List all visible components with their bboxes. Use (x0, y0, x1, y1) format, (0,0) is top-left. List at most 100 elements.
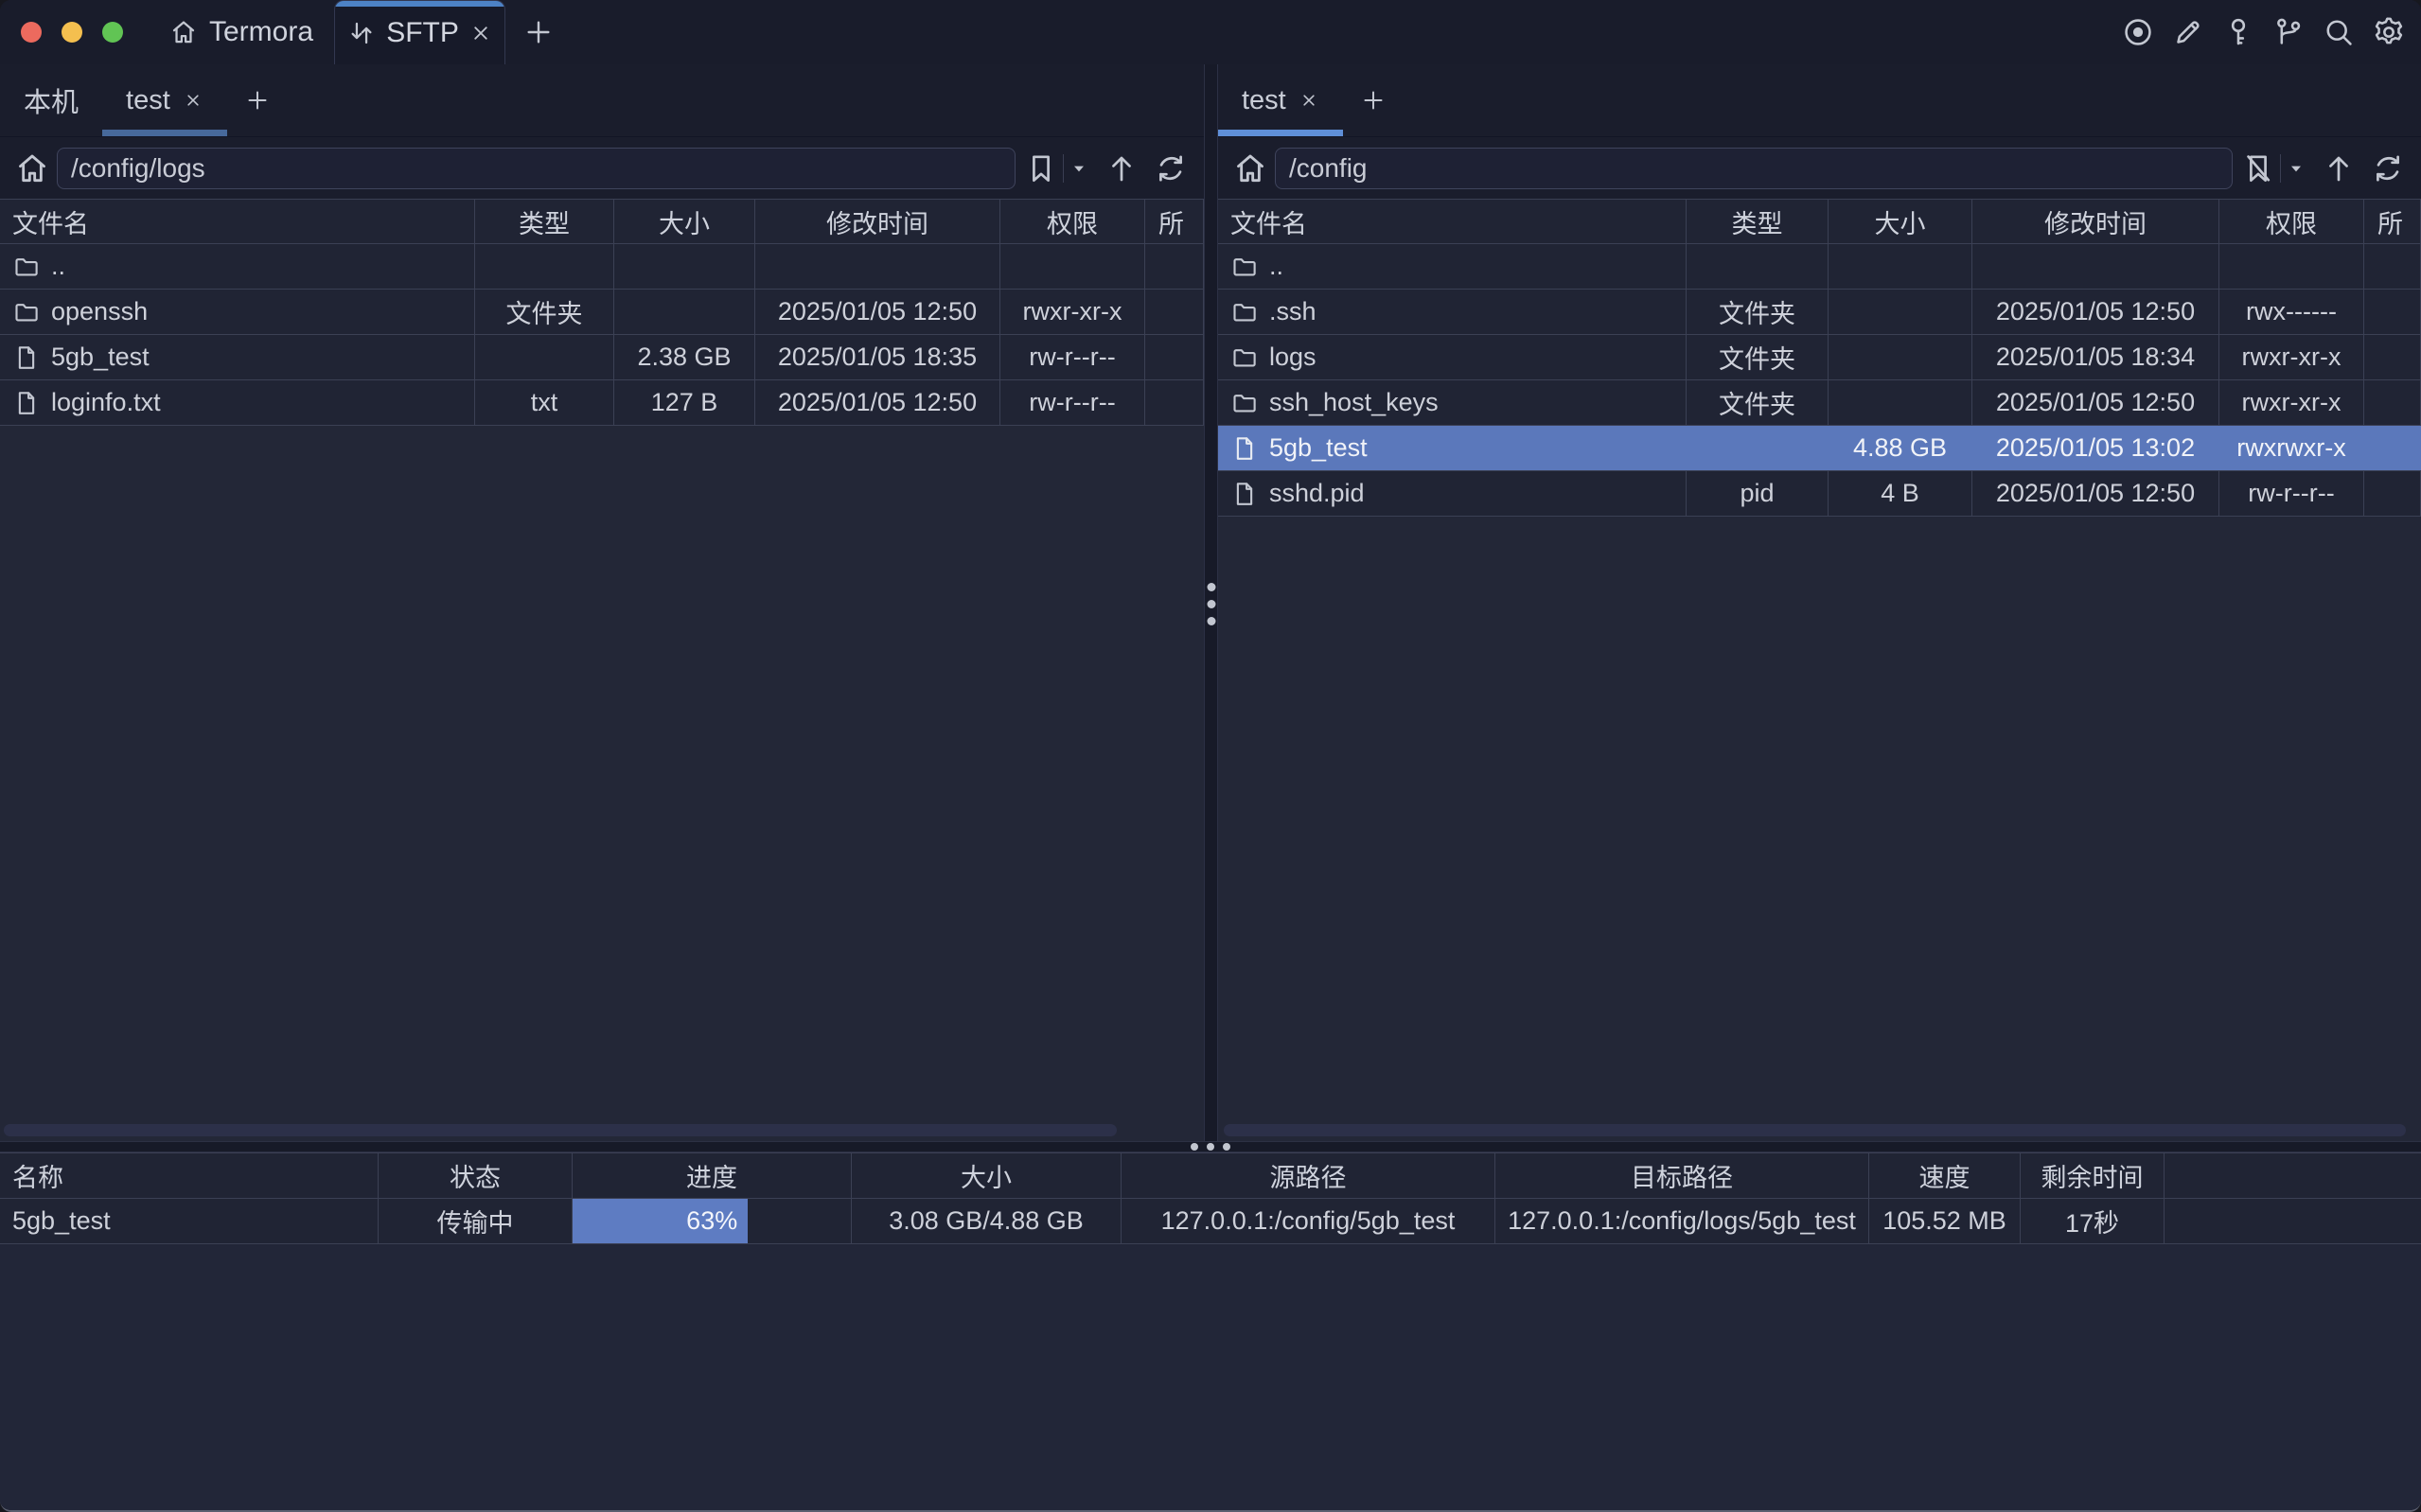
transfer-column-header-大小[interactable]: 大小 (852, 1153, 1122, 1198)
transfer-column-header-速度[interactable]: 速度 (1869, 1153, 2021, 1198)
new-session-tab-button[interactable] (227, 64, 288, 136)
file-cell (614, 244, 755, 289)
branch-icon[interactable] (2271, 15, 2306, 49)
file-name-cell: .ssh (1218, 290, 1687, 334)
column-header-文件名[interactable]: 文件名 (1218, 200, 1687, 243)
file-cell: rw-r--r-- (1000, 335, 1145, 379)
new-session-tab-button[interactable] (1343, 64, 1404, 136)
record-icon[interactable] (2121, 15, 2155, 49)
zoom-window-button[interactable] (102, 22, 123, 43)
bookmark-icon[interactable] (1023, 150, 1059, 186)
parent-directory-button[interactable] (2321, 150, 2357, 186)
parent-directory-button[interactable] (1104, 150, 1140, 186)
settings-icon[interactable] (2372, 15, 2406, 49)
file-icon (12, 389, 41, 417)
file-icon (1230, 480, 1259, 508)
key-icon[interactable] (2221, 15, 2255, 49)
file-name-cell: .. (1218, 244, 1687, 289)
folder-icon (12, 298, 41, 326)
close-window-button[interactable] (21, 22, 42, 43)
file-cell: 2025/01/05 13:02 (1972, 426, 2219, 470)
file-cell: rwxr-xr-x (1000, 290, 1145, 334)
panel-tab-test[interactable]: test (102, 64, 227, 136)
panel-tab-test[interactable]: test (1218, 64, 1343, 136)
divider (2280, 154, 2281, 183)
file-cell (1829, 335, 1972, 379)
refresh-icon[interactable] (2370, 150, 2406, 186)
splitter-grip-icon (1191, 1143, 1230, 1151)
new-tab-button[interactable] (522, 16, 555, 48)
transfer-column-header-剩余时间[interactable]: 剩余时间 (2021, 1153, 2165, 1198)
tab-termora-home[interactable]: Termora (168, 0, 313, 64)
column-header-权限[interactable]: 权限 (1000, 200, 1145, 243)
file-cell: rwx------ (2219, 290, 2364, 334)
panel-tab-本机[interactable]: 本机 (0, 64, 102, 136)
refresh-icon[interactable] (1153, 150, 1189, 186)
sftp-split-view: 本机test 文件名类型大小修改时间权限所 ..openssh文件夹2025/0… (0, 64, 2421, 1141)
divider (1063, 154, 1064, 183)
close-tab-icon[interactable] (183, 90, 203, 111)
transfer-column-header-目标路径[interactable]: 目标路径 (1495, 1153, 1869, 1198)
horizontal-splitter[interactable] (0, 1141, 2421, 1152)
column-header-修改时间[interactable]: 修改时间 (755, 200, 1000, 243)
close-tab-icon[interactable] (1299, 90, 1319, 111)
column-header-所[interactable]: 所 (1145, 200, 1204, 243)
transfer-row-5gb_test[interactable]: 5gb_test传输中63%3.08 GB/4.88 GB127.0.0.1:/… (0, 1199, 2421, 1244)
tab-sftp[interactable]: SFTP (334, 0, 505, 64)
chevron-down-icon[interactable] (2285, 157, 2307, 180)
file-row-..[interactable]: .. (0, 244, 1204, 290)
horizontal-scrollbar[interactable] (1224, 1124, 2406, 1136)
search-icon[interactable] (2322, 15, 2356, 49)
column-header-修改时间[interactable]: 修改时间 (1972, 200, 2219, 243)
path-input[interactable] (1275, 148, 2233, 189)
transfer-column-header-进度[interactable]: 进度 (573, 1153, 852, 1198)
column-header-类型[interactable]: 类型 (1687, 200, 1829, 243)
file-row-..[interactable]: .. (1218, 244, 2421, 290)
transfer-cell: 17秒 (2021, 1199, 2165, 1243)
column-header-文件名[interactable]: 文件名 (0, 200, 475, 243)
column-header-权限[interactable]: 权限 (2219, 200, 2364, 243)
column-header-大小[interactable]: 大小 (1829, 200, 1972, 243)
file-row-loginfo.txt[interactable]: loginfo.txttxt127 B2025/01/05 12:50rw-r-… (0, 380, 1204, 426)
horizontal-scrollbar[interactable] (4, 1124, 1117, 1136)
titlebar: Termora SFTP (0, 0, 2421, 64)
file-cell: 2025/01/05 12:50 (755, 290, 1000, 334)
file-row-logs[interactable]: logs文件夹2025/01/05 18:34rwxr-xr-x (1218, 335, 2421, 380)
file-row-.ssh[interactable]: .ssh文件夹2025/01/05 12:50rwx------ (1218, 290, 2421, 335)
transfer-column-header-状态[interactable]: 状态 (379, 1153, 573, 1198)
active-tab-underline (102, 130, 227, 136)
column-header-所[interactable]: 所 (2364, 200, 2421, 243)
path-input[interactable] (57, 148, 1016, 189)
file-cell: 2025/01/05 18:34 (1972, 335, 2219, 379)
file-table-header: 文件名类型大小修改时间权限所 (0, 199, 1204, 244)
close-tab-icon[interactable] (468, 21, 493, 45)
column-header-类型[interactable]: 类型 (475, 200, 614, 243)
file-row-sshd.pid[interactable]: sshd.pidpid4 B2025/01/05 12:50rw-r--r-- (1218, 471, 2421, 517)
file-icon (12, 343, 41, 372)
plus-icon (1360, 87, 1387, 114)
transfer-cell: 127.0.0.1:/config/logs/5gb_test (1495, 1199, 1869, 1243)
file-row-ssh_host_keys[interactable]: ssh_host_keys文件夹2025/01/05 12:50rwxr-xr-… (1218, 380, 2421, 426)
bookmark-slash-icon[interactable] (2240, 150, 2276, 186)
home-button[interactable] (13, 149, 51, 187)
file-row-5gb_test[interactable]: 5gb_test2.38 GB2025/01/05 18:35rw-r--r-- (0, 335, 1204, 380)
file-name-label: ssh_host_keys (1269, 388, 1439, 417)
file-name-cell: 5gb_test (0, 335, 475, 379)
transfer-column-header-名称[interactable]: 名称 (0, 1153, 379, 1198)
chevron-down-icon[interactable] (1068, 157, 1090, 180)
file-row-openssh[interactable]: openssh文件夹2025/01/05 12:50rwxr-xr-x (0, 290, 1204, 335)
splitter-grip-icon (1207, 583, 1215, 625)
vertical-splitter[interactable] (1204, 64, 1218, 1141)
file-cell (755, 244, 1000, 289)
edit-icon[interactable] (2171, 15, 2205, 49)
home-button[interactable] (1231, 149, 1269, 187)
file-row-5gb_test[interactable]: 5gb_test4.88 GB2025/01/05 13:02rwxrwxr-x (1218, 426, 2421, 471)
home-icon (168, 17, 199, 47)
transfer-column-header-源路径[interactable]: 源路径 (1122, 1153, 1495, 1198)
panel-tab-label: test (126, 85, 170, 116)
file-name-label: 5gb_test (51, 343, 150, 372)
file-cell: rwxrwxr-x (2219, 426, 2364, 470)
file-cell (2364, 290, 2421, 334)
minimize-window-button[interactable] (62, 22, 82, 43)
column-header-大小[interactable]: 大小 (614, 200, 755, 243)
